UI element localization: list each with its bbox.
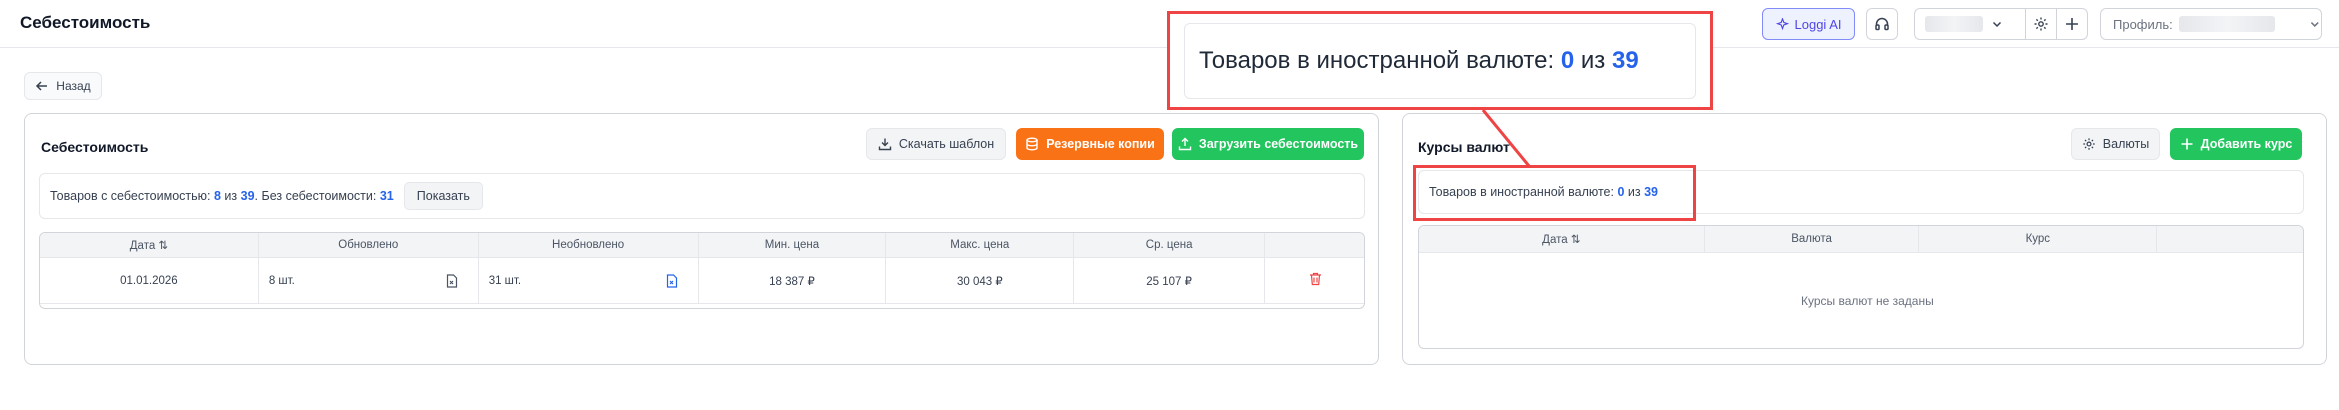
cell-min-price: 18 387 ₽ [697, 257, 887, 304]
profile-select[interactable]: Профиль: [2100, 8, 2322, 40]
cell-updated: 8 шт. [257, 257, 479, 304]
zoom-summary: Товаров в иностранной валюте: 0 из 39 [1184, 23, 1696, 99]
plus-icon [2066, 18, 2078, 30]
empty-rates-message: Курсы валют не заданы [1801, 294, 1934, 308]
download-template-button[interactable]: Скачать шаблон [866, 128, 1006, 160]
chevron-down-icon [2311, 22, 2320, 27]
of-label: из [224, 189, 238, 203]
dot: . [254, 189, 259, 203]
support-button[interactable] [1866, 8, 1898, 40]
add-rate-button[interactable]: Добавить курс [2170, 128, 2302, 160]
with-cost-count: 8 [213, 189, 221, 203]
currencies-button[interactable]: Валюты [2071, 128, 2160, 160]
back-label: Назад [56, 79, 91, 93]
store-name-redacted [1925, 16, 1983, 32]
zoom-count: 0 [1560, 47, 1575, 74]
plus-icon [2181, 138, 2193, 150]
col-date[interactable]: Дата ⇅ [40, 233, 259, 258]
file-excel-icon[interactable] [446, 274, 458, 288]
col-not-updated: Необновлено [477, 233, 699, 258]
total-count: 39 [240, 189, 255, 203]
updated-value: 8 шт. [268, 274, 295, 287]
add-store-button[interactable] [2056, 8, 2088, 40]
col-avg-price: Ср. цена [1073, 233, 1266, 258]
trash-icon[interactable] [1309, 272, 1322, 286]
col-min-price: Мин. цена [697, 233, 887, 258]
download-template-label: Скачать шаблон [898, 137, 995, 151]
cost-summary: Товаров с себестоимостью: 8 из 39. Без с… [39, 173, 1365, 219]
zoom-callout: Товаров в иностранной валюте: 0 из 39 [1167, 11, 1713, 110]
settings-button[interactable] [2025, 8, 2057, 40]
loggi-ai-button[interactable]: Loggi AI [1762, 8, 1855, 40]
cell-avg-price: 25 107 ₽ [1073, 257, 1266, 304]
table-header-row: Дата ⇅ Обновлено Необновлено Мин. цена М… [40, 233, 1364, 258]
rates-card: Курсы валют Валюты Добавить курс Товаров… [1402, 113, 2327, 365]
col-actions [2156, 226, 2303, 253]
cell-actions [1264, 257, 1364, 304]
upload-cost-label: Загрузить себестоимость [1198, 137, 1359, 151]
headphones-icon [1875, 17, 1889, 31]
cell-max-price: 30 043 ₽ [885, 257, 1075, 304]
cell-not-updated: 31 шт. [477, 257, 699, 304]
cost-card: Себестоимость Скачать шаблон Резервные к… [24, 113, 1379, 365]
table-header-row: Дата ⇅ Валюта Курс [1419, 226, 2303, 253]
without-cost-label: Без себестоимости: [261, 189, 377, 203]
not-updated-value: 31 шт. [488, 274, 522, 287]
cost-table: Дата ⇅ Обновлено Необновлено Мин. цена М… [39, 232, 1365, 309]
chevron-down-icon [1992, 21, 2002, 28]
back-button[interactable]: Назад [24, 72, 102, 100]
col-max-price: Макс. цена [885, 233, 1075, 258]
table-row: 01.01.2026 8 шт. 31 шт. 18 387 ₽ 30 043 … [40, 257, 1364, 304]
col-updated: Обновлено [257, 233, 479, 258]
profile-label: Профиль: [2113, 16, 2173, 32]
sort-icon: ⇅ [158, 240, 169, 252]
sort-icon: ⇅ [1570, 234, 1581, 246]
show-button[interactable]: Показать [403, 182, 483, 210]
arrow-left-icon [36, 81, 48, 91]
sparkle-icon [1775, 17, 1789, 30]
cost-card-title: Себестоимость [41, 139, 149, 155]
rates-table: Дата ⇅ Валюта Курс Курсы валют не заданы [1418, 225, 2304, 349]
col-rate: Курс [1918, 226, 2158, 253]
highlight-box [1413, 165, 1696, 221]
download-icon [878, 138, 892, 151]
gear-icon [2083, 138, 2095, 150]
with-cost-label: Товаров с себестоимостью: [50, 189, 211, 203]
profile-name-redacted [2178, 16, 2276, 32]
backups-button[interactable]: Резервные копии [1016, 128, 1164, 160]
store-select[interactable] [1914, 8, 2026, 40]
col-actions [1264, 233, 1364, 258]
currencies-label: Валюты [2102, 137, 2150, 151]
zoom-total: 39 [1611, 47, 1639, 74]
col-currency: Валюта [1703, 226, 1920, 253]
without-cost-count: 31 [379, 189, 394, 203]
gear-icon [2034, 17, 2048, 31]
col-date[interactable]: Дата ⇅ [1419, 226, 1705, 253]
cell-date: 01.01.2026 [40, 257, 259, 304]
callout-connector [1481, 109, 1531, 167]
add-rate-label: Добавить курс [2200, 137, 2293, 151]
upload-cost-button[interactable]: Загрузить себестоимость [1172, 128, 1364, 160]
loggi-ai-label: Loggi AI [1794, 16, 1842, 32]
zoom-of: из [1580, 47, 1606, 74]
database-icon [1026, 137, 1038, 151]
backups-label: Резервные копии [1046, 137, 1155, 151]
file-excel-icon[interactable] [666, 274, 678, 288]
zoom-label: Товаров в иностранной валюте: [1199, 47, 1555, 74]
page-title: Себестоимость [20, 13, 151, 32]
upload-icon [1178, 137, 1192, 151]
